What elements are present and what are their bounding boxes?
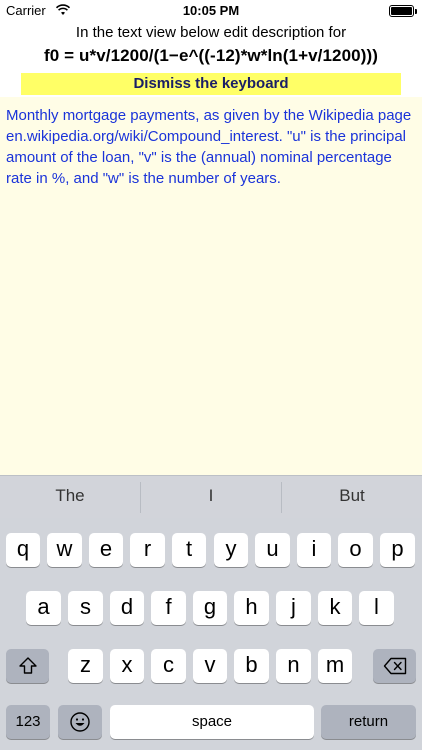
prediction-1[interactable]: The [0,476,140,519]
instruction-text: In the text view below edit description … [75,24,347,41]
numbers-key[interactable]: 123 [6,705,50,739]
emoji-icon [70,712,90,732]
key-m[interactable]: m [318,649,352,683]
description-text-view[interactable]: Monthly mortgage payments, as given by t… [0,97,422,475]
description-text: Monthly mortgage payments, as given by t… [6,107,412,187]
space-key[interactable]: space [110,705,314,739]
key-f[interactable]: f [151,591,186,625]
key-s[interactable]: s [68,591,103,625]
key-u[interactable]: u [255,533,290,567]
key-k[interactable]: k [318,591,352,625]
key-v[interactable]: v [193,649,227,683]
key-t[interactable]: t [172,533,206,567]
return-key[interactable]: return [321,705,416,739]
predictive-bar: The I But [0,475,422,518]
prediction-2[interactable]: I [141,476,281,519]
key-c[interactable]: c [151,649,186,683]
key-e[interactable]: e [89,533,123,567]
key-g[interactable]: g [193,591,227,625]
key-l[interactable]: l [359,591,394,625]
key-x[interactable]: x [110,649,144,683]
keyboard: The I But q w e r t y u i o p a s d f g … [0,475,422,750]
key-i[interactable]: i [297,533,331,567]
key-w[interactable]: w [47,533,82,567]
key-o[interactable]: o [338,533,373,567]
key-h[interactable]: h [234,591,269,625]
formula-title: f0 = u*v/1200/(1−e^((-12)*w*ln(1+v/1200)… [44,46,378,65]
emoji-key[interactable] [58,705,102,739]
prediction-3[interactable]: But [282,476,422,519]
status-bar: Carrier 10:05 PM [0,0,422,22]
shift-icon [18,657,37,674]
backspace-key[interactable] [373,649,416,683]
dismiss-keyboard-button[interactable]: Dismiss the keyboard [21,73,401,95]
shift-key[interactable] [6,649,49,683]
key-j[interactable]: j [276,591,311,625]
battery-icon [389,5,417,17]
key-n[interactable]: n [276,649,311,683]
key-z[interactable]: z [68,649,103,683]
key-d[interactable]: d [110,591,144,625]
key-r[interactable]: r [130,533,165,567]
key-b[interactable]: b [234,649,269,683]
key-y[interactable]: y [214,533,248,567]
key-a[interactable]: a [26,591,61,625]
key-q[interactable]: q [6,533,40,567]
backspace-icon [383,657,406,675]
clock: 10:05 PM [182,3,240,18]
key-p[interactable]: p [380,533,415,567]
